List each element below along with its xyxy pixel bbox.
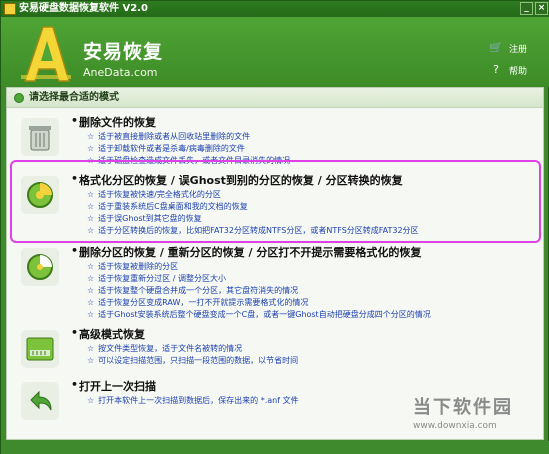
option-partition-recovery[interactable]: 删除分区的恢复 / 重新分区的恢复 / 分区打不开提示需要格式化的恢复 适于恢复… <box>17 244 535 328</box>
brand-name: 安易恢复 <box>83 41 164 63</box>
option-title: 高级模式恢复 <box>71 326 145 342</box>
option-line: 适于被直接删除或者从回收站里删除的文件 <box>87 131 290 143</box>
option-lines: 打开本软件上一次扫描到数据后，保存出来的 *.anf 文件 <box>87 395 298 407</box>
option-advanced-recovery[interactable]: 高级模式恢复 按文件类型恢复，适于文件名被转的情况 可以设定扫描范围，只扫描一段… <box>17 326 535 376</box>
status-bar <box>1 441 549 454</box>
option-line: 按文件类型恢复，适于文件名被转的情况 <box>87 343 298 355</box>
close-icon[interactable]: × <box>535 2 548 15</box>
brand-url: AneData.com <box>83 66 158 79</box>
panel-header: 请选择最合适的模式 <box>7 88 543 108</box>
minimize-icon[interactable]: _ <box>520 2 533 15</box>
help-button[interactable]: ? 帮助 <box>489 59 549 81</box>
option-line: 可以设定扫描范围，只扫描一段范围的数据，以节省时间 <box>87 355 298 367</box>
watermark: 当下软件园 www.downxia.com <box>413 393 513 431</box>
watermark-url: www.downxia.com <box>413 421 497 431</box>
register-button[interactable]: 🛒 注册 <box>489 37 549 59</box>
option-line: 适于恢复分区变成RAW，一打不开就提示需要格式化的情况 <box>87 297 431 309</box>
window-controls: _ × <box>520 2 548 15</box>
option-lines: 适于恢复被删除的分区 适于恢复重新分过区 / 调整分区大小 适于恢复整个硬盘合并… <box>87 261 431 321</box>
cart-icon: 🛒 <box>489 41 503 54</box>
option-lines: 按文件类型恢复，适于文件名被转的情况 可以设定扫描范围，只扫描一段范围的数据，以… <box>87 343 298 367</box>
option-line: 适于恢复重新分过区 / 调整分区大小 <box>87 273 431 285</box>
option-line: 适于Ghost安装系统后整个硬盘变成一个C盘，或者一键Ghost自动把硬盘分成四… <box>87 309 431 321</box>
option-line: 适于恢复被删除的分区 <box>87 261 431 273</box>
logo-a-icon <box>21 26 71 82</box>
trash-icon <box>21 118 59 156</box>
window-title: 安易硬盘数据恢复软件 V2.0 <box>19 3 148 14</box>
option-title: 打开上一次扫描 <box>71 378 156 394</box>
option-line: 适于恢复整个硬盘合并成一个分区，其它盘符消失的情况 <box>87 285 431 297</box>
partition-icon <box>21 248 59 286</box>
app-window: 安易硬盘数据恢复软件 V2.0 _ × 安易恢复 AneData.com 🛒 注… <box>0 0 549 454</box>
register-label: 注册 <box>509 44 528 55</box>
option-title: 删除分区的恢复 / 重新分区的恢复 / 分区打不开提示需要格式化的恢复 <box>71 244 421 260</box>
option-line: 打开本软件上一次扫描到数据后，保存出来的 *.anf 文件 <box>87 395 298 407</box>
brand: 安易恢复 AneData.com <box>83 37 163 79</box>
question-icon: ? <box>493 63 499 76</box>
panel-header-label: 请选择最合适的模式 <box>29 92 119 103</box>
selection-highlight <box>10 160 541 243</box>
advanced-disk-icon <box>21 330 59 368</box>
option-title: 删除文件的恢复 <box>71 114 156 130</box>
open-scan-icon <box>21 382 59 420</box>
help-label: 帮助 <box>509 66 528 77</box>
watermark-text: 当下软件园 <box>413 397 513 418</box>
app-icon <box>4 3 16 15</box>
header-marker-icon <box>14 93 24 103</box>
option-line: 适于卸载软件或者是杀毒/病毒删除的文件 <box>87 143 290 155</box>
mode-panel: 请选择最合适的模式 删除文件的恢复 适于被直接删除或者从回收站里删除的文件 适于… <box>6 87 544 440</box>
title-bar: 安易硬盘数据恢复软件 V2.0 _ × <box>1 1 549 17</box>
header: 安易恢复 AneData.com 🛒 注册 ? 帮助 ◎ 关于 <box>1 17 549 99</box>
